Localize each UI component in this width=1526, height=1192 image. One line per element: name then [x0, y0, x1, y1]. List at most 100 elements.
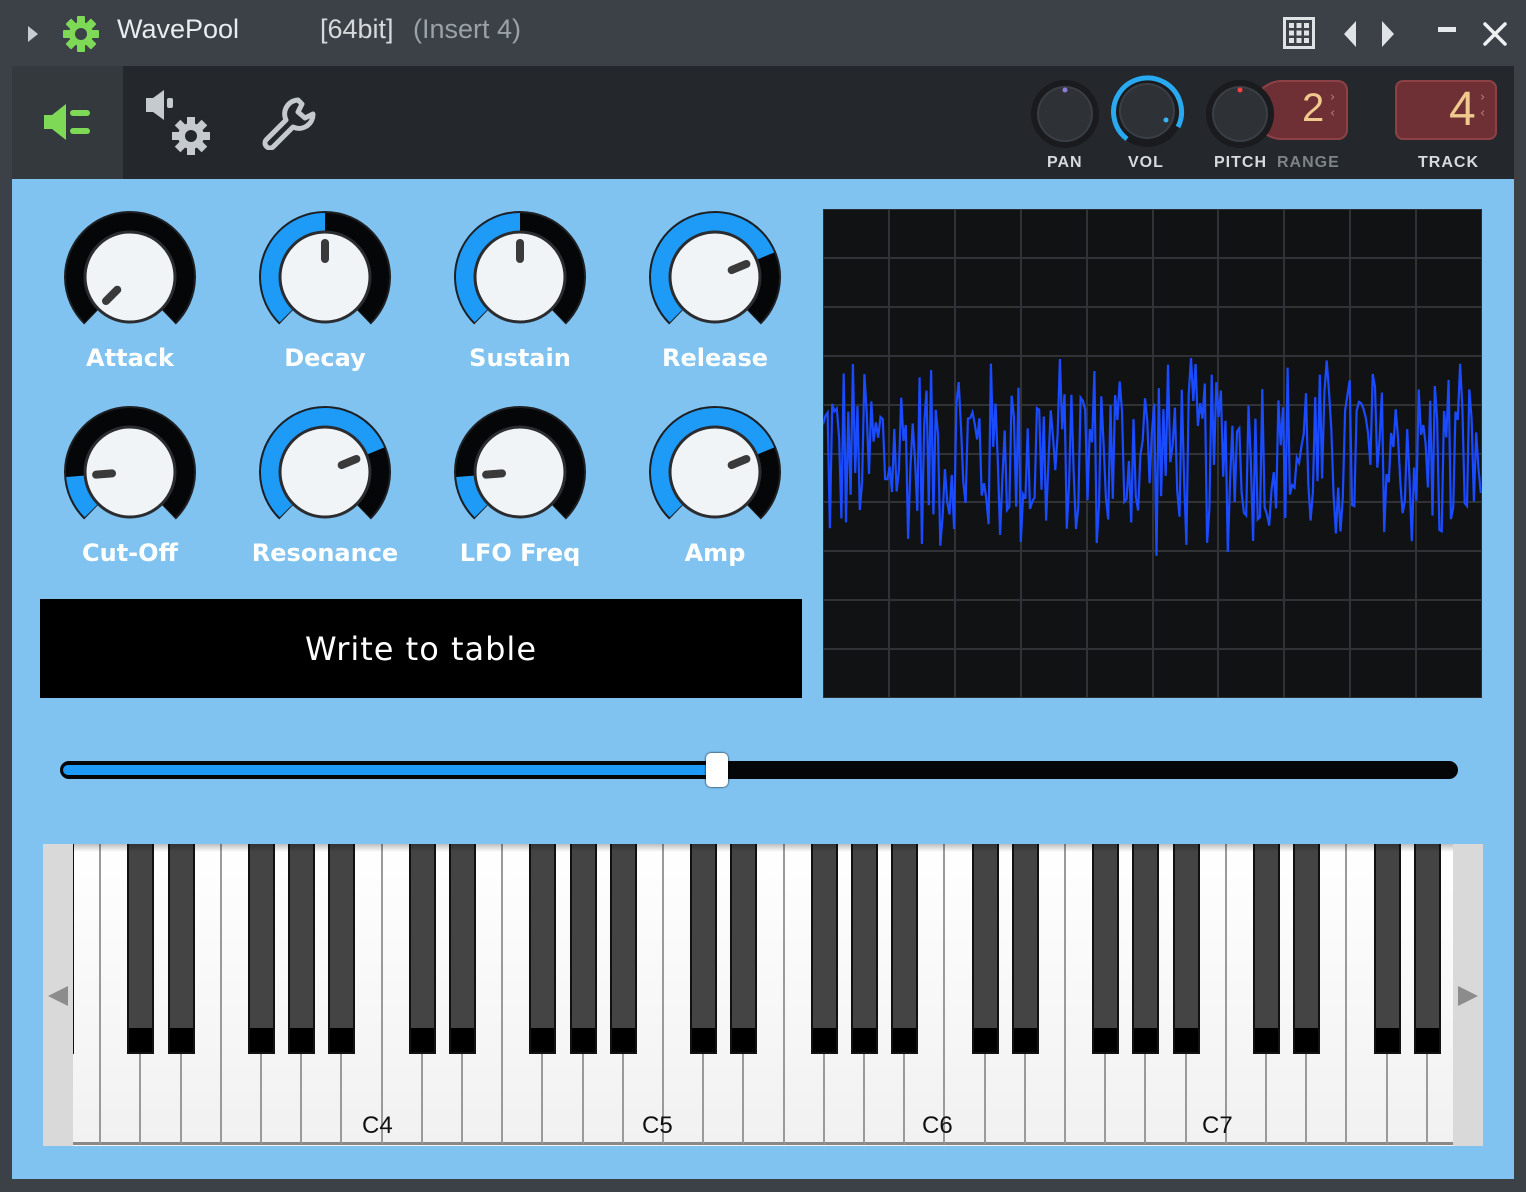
knob-lfo-freq[interactable]: [454, 406, 586, 538]
black-key[interactable]: [851, 844, 878, 1054]
black-key[interactable]: [730, 844, 758, 1054]
knob-resonance[interactable]: [259, 406, 391, 538]
knob-label: Sustain: [469, 344, 571, 372]
track-label: TRACK: [1418, 154, 1479, 171]
range-label: RANGE: [1277, 154, 1340, 171]
knob-attack[interactable]: [64, 211, 196, 343]
close-icon[interactable]: [1482, 21, 1508, 47]
black-key[interactable]: [1293, 844, 1321, 1054]
keyboard-top-shadow: [73, 844, 1453, 852]
slider-fill: [63, 765, 717, 775]
pan-label: PAN: [1047, 154, 1083, 171]
black-key[interactable]: [1413, 844, 1441, 1054]
track-display[interactable]: 4 › ‹: [1395, 80, 1497, 140]
knob-cut-off[interactable]: [64, 406, 196, 538]
speaker-plug-icon: [44, 104, 90, 140]
black-key[interactable]: [167, 844, 195, 1054]
piano-keys[interactable]: 3C4C5C6C7: [73, 844, 1453, 1146]
tab-tools[interactable]: [248, 66, 338, 179]
knob-release[interactable]: [649, 211, 781, 343]
black-key[interactable]: [971, 844, 999, 1054]
black-key[interactable]: [690, 844, 718, 1054]
plugin-header: 2 › ‹ 4 › ‹ PAN VOL PITCH RANGE TRACK: [12, 66, 1514, 179]
knob-decay[interactable]: [259, 211, 391, 343]
black-key-tip: [410, 1028, 434, 1052]
pitch-knob[interactable]: [1204, 78, 1276, 150]
black-key[interactable]: [127, 844, 155, 1054]
black-key[interactable]: [288, 844, 316, 1054]
knob-label: Cut-Off: [82, 539, 178, 567]
title-bar[interactable]: WavePool [64bit] (Insert 4): [0, 0, 1526, 66]
black-key-tip: [1013, 1028, 1037, 1052]
bitness-label: [64bit]: [320, 14, 394, 44]
black-key[interactable]: [248, 844, 275, 1054]
pitch-label: PITCH: [1214, 154, 1267, 171]
black-key-tip: [1174, 1028, 1198, 1052]
range-value: 2: [1302, 86, 1325, 130]
black-key[interactable]: [449, 844, 476, 1054]
scroll-left-button[interactable]: [43, 844, 73, 1146]
position-slider[interactable]: [60, 753, 1460, 787]
black-key[interactable]: [1092, 844, 1120, 1054]
black-key[interactable]: [1011, 844, 1039, 1054]
black-key-tip: [812, 1028, 836, 1052]
black-key[interactable]: [609, 844, 637, 1054]
black-key-tip: [853, 1028, 876, 1052]
black-key-tip: [732, 1028, 756, 1052]
octave-label: C4: [362, 1112, 393, 1139]
black-key-tip: [250, 1028, 273, 1052]
knob-label: Amp: [684, 539, 746, 567]
slider-thumb[interactable]: [706, 753, 728, 787]
grid-icon[interactable]: [1283, 17, 1315, 49]
tab-plugin[interactable]: [12, 66, 123, 179]
pan-knob[interactable]: [1029, 78, 1101, 150]
gear-icon[interactable]: [62, 15, 100, 53]
black-key[interactable]: [408, 844, 436, 1054]
black-key[interactable]: [1172, 844, 1200, 1054]
black-key-tip: [1255, 1028, 1278, 1052]
black-key[interactable]: [529, 844, 557, 1054]
black-key-tip: [571, 1028, 595, 1052]
speaker-gear-icon: [146, 90, 210, 155]
black-key[interactable]: [73, 844, 74, 1054]
knob-sustain[interactable]: [454, 211, 586, 343]
triangle-right-icon[interactable]: [26, 24, 40, 44]
chevron-right-icon[interactable]: [1379, 19, 1397, 49]
insert-label: (Insert 4): [413, 14, 522, 44]
octave-label: C5: [642, 1112, 673, 1139]
black-key[interactable]: [569, 844, 597, 1054]
black-key[interactable]: [1253, 844, 1280, 1054]
tab-settings[interactable]: [134, 66, 234, 179]
octave-label: C6: [922, 1112, 953, 1139]
piano-keyboard[interactable]: 3C4C5C6C7: [43, 844, 1483, 1146]
octave-label: C7: [1202, 1112, 1233, 1139]
wrench-icon: [262, 97, 316, 150]
write-to-table-button[interactable]: Write to table: [40, 599, 802, 698]
black-key-tip: [893, 1028, 917, 1052]
black-key-tip: [1094, 1028, 1118, 1052]
black-key[interactable]: [891, 844, 919, 1054]
knob-amp[interactable]: [649, 406, 781, 538]
black-key-tip: [1134, 1028, 1158, 1052]
black-key-tip: [973, 1028, 997, 1052]
black-key[interactable]: [810, 844, 838, 1054]
black-key-tip: [169, 1028, 193, 1052]
chevron-left-icon[interactable]: [1341, 19, 1359, 49]
triangle-right-icon: [1458, 986, 1478, 1006]
triangle-left-icon: [48, 986, 68, 1006]
knob-label: Decay: [284, 344, 366, 372]
waveform-display: [823, 209, 1482, 698]
white-key[interactable]: [73, 844, 102, 1145]
black-key[interactable]: [328, 844, 356, 1054]
black-key-tip: [611, 1028, 635, 1052]
track-value: 4: [1449, 83, 1476, 136]
scroll-right-button[interactable]: [1453, 844, 1483, 1146]
minimize-icon[interactable]: [1438, 27, 1456, 32]
black-key-tip: [451, 1028, 474, 1052]
range-arrows-icon: › ‹: [1330, 90, 1336, 121]
black-key[interactable]: [1132, 844, 1160, 1054]
knob-label: Resonance: [251, 539, 399, 567]
vol-knob[interactable]: [1108, 72, 1186, 150]
black-key[interactable]: [1373, 844, 1401, 1054]
black-key-tip: [1375, 1028, 1399, 1052]
